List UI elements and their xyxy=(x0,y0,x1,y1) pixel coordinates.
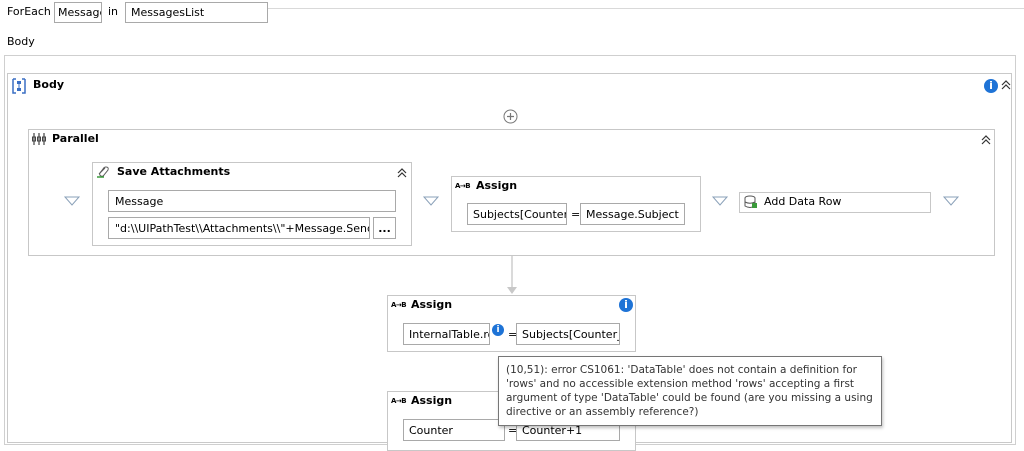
collapse-chevron-icon[interactable] xyxy=(1000,79,1012,91)
info-icon[interactable]: i xyxy=(492,324,504,336)
assign-1-to-field[interactable]: Subjects[Counter] xyxy=(467,203,567,225)
sequence-icon xyxy=(11,78,27,94)
body-container-title: Body xyxy=(33,78,64,91)
assign-icon: A→B xyxy=(391,397,407,405)
collapse-chevron-icon[interactable] xyxy=(396,167,408,179)
parallel-title: Parallel xyxy=(52,132,99,145)
assign-icon: A→B xyxy=(455,182,471,190)
error-tooltip: (10,51): error CS1061: 'DataTable' does … xyxy=(498,356,882,426)
info-icon[interactable]: i xyxy=(984,79,998,93)
assign-2-title: Assign xyxy=(411,298,453,311)
collapse-chevron-icon[interactable] xyxy=(980,134,992,146)
foreach-item-field[interactable]: Message xyxy=(54,2,102,23)
assign-3-to-field[interactable]: Counter xyxy=(403,419,505,441)
parallel-icon xyxy=(32,133,46,145)
body-label: Body xyxy=(7,35,35,48)
attachment-icon xyxy=(96,165,110,179)
sequence-connector xyxy=(506,256,518,296)
attachments-path-input[interactable]: "d:\\UIPathTest\\Attachments\\"+Message.… xyxy=(108,217,370,239)
assign-1-equals: = xyxy=(571,208,581,221)
foreach-label: ForEach xyxy=(7,5,51,18)
drop-target-icon[interactable] xyxy=(63,196,81,206)
assign-1-title: Assign xyxy=(476,179,518,192)
add-activity-icon[interactable] xyxy=(503,109,518,124)
info-icon[interactable]: i xyxy=(619,298,633,312)
drop-target-icon[interactable] xyxy=(422,196,440,206)
assign-1-value-field[interactable]: Message.Subject xyxy=(580,203,685,225)
foreach-list-field[interactable]: MessagesList xyxy=(125,2,268,23)
add-data-row-title: Add Data Row xyxy=(764,195,842,208)
drop-target-icon[interactable] xyxy=(942,196,960,206)
assign-2-value-field[interactable]: Subjects[Counter_2 xyxy=(516,323,620,345)
foreach-in-label: in xyxy=(108,5,119,18)
assign-2-to-field[interactable]: InternalTable.ro xyxy=(403,323,490,345)
path-browse-button[interactable]: ... xyxy=(373,217,396,239)
top-divider xyxy=(268,8,1024,9)
save-attachments-title: Save Attachments xyxy=(117,165,231,178)
assign-icon: A→B xyxy=(391,301,407,309)
message-input[interactable]: Message xyxy=(108,190,396,212)
drop-target-icon[interactable] xyxy=(711,196,729,206)
assign-3-title: Assign xyxy=(411,394,453,407)
data-row-icon xyxy=(744,195,758,209)
